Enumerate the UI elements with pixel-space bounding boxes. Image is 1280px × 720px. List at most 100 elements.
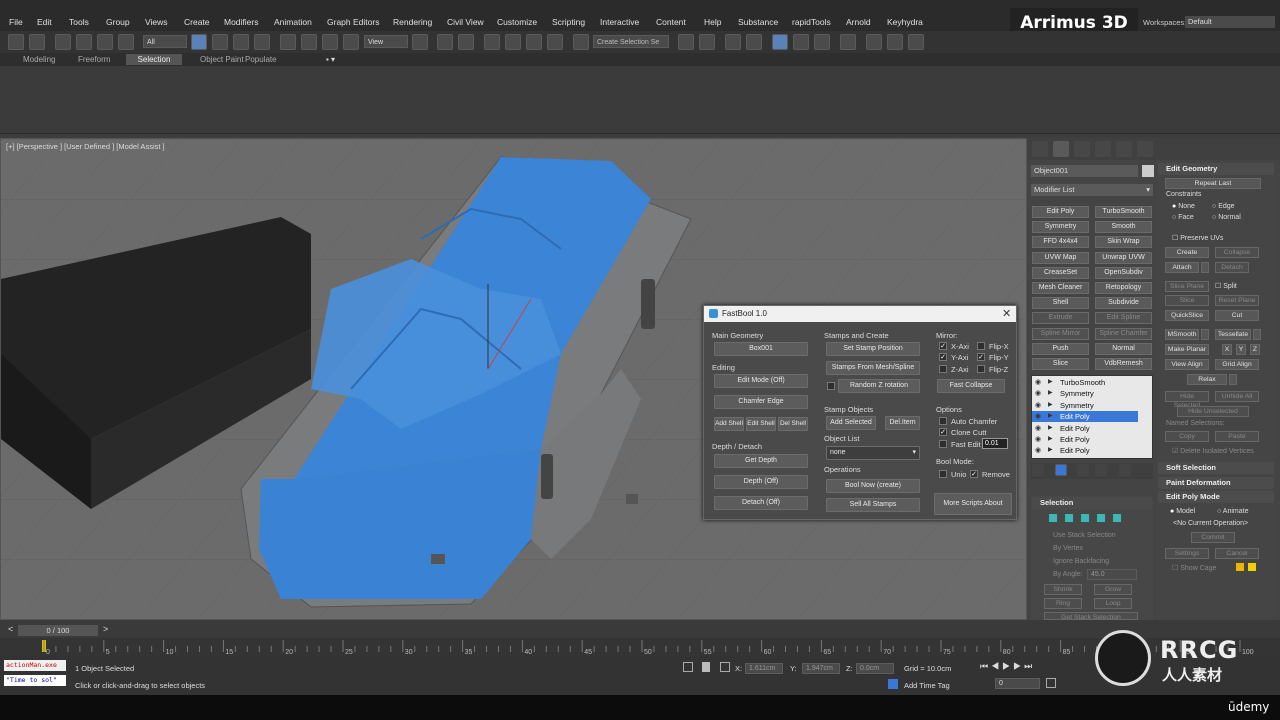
material-editor-icon[interactable] bbox=[840, 34, 856, 50]
mirror-icon[interactable] bbox=[678, 34, 694, 50]
copy-button[interactable]: Copy bbox=[1165, 431, 1209, 442]
z-axis-checkbox[interactable] bbox=[939, 365, 947, 373]
utilities-tab-icon[interactable] bbox=[1137, 141, 1153, 157]
stack-item[interactable]: ◉ ▶ Edit Poly bbox=[1032, 445, 1138, 456]
configure-sets-icon[interactable] bbox=[1119, 464, 1131, 476]
selection-rollout-title[interactable]: Selection bbox=[1032, 497, 1152, 509]
modifier-button-smooth[interactable]: Smooth bbox=[1095, 221, 1152, 234]
menu-substance[interactable]: Substance bbox=[738, 17, 778, 27]
hierarchy-tab-icon[interactable] bbox=[1074, 141, 1090, 157]
modifier-button-opensubdiv[interactable]: OpenSubdiv bbox=[1095, 266, 1152, 279]
z-coordinate[interactable]: 0.0cm bbox=[856, 663, 894, 674]
modifier-button-spline-chamfer[interactable]: Spline Chamfer bbox=[1095, 327, 1152, 340]
named-selection-input[interactable]: Create Selection Se bbox=[593, 35, 669, 48]
pin-stack-icon[interactable] bbox=[1032, 464, 1044, 476]
bool-now-button[interactable]: Bool Now (create) bbox=[826, 479, 920, 493]
percent-snap-icon[interactable] bbox=[526, 34, 542, 50]
modifier-button-normal[interactable]: Normal bbox=[1095, 342, 1152, 355]
tab-freeform[interactable]: Freeform bbox=[72, 54, 116, 65]
settings-button[interactable]: Settings bbox=[1165, 548, 1209, 559]
snap-icon[interactable] bbox=[484, 34, 500, 50]
use-stack-selection[interactable]: Use Stack Selection bbox=[1053, 532, 1116, 539]
current-frame-input[interactable]: 0 bbox=[995, 678, 1040, 689]
shrink-button[interactable]: Shrink bbox=[1044, 584, 1082, 595]
stack-item[interactable]: ◉ ▶ Edit Poly bbox=[1032, 423, 1138, 434]
edge-icon[interactable] bbox=[1065, 514, 1073, 522]
eye-icon[interactable]: ◉ bbox=[1035, 400, 1041, 411]
time-tag-icon[interactable] bbox=[888, 679, 898, 689]
show-cage-checkbox[interactable]: ☐ Show Cage bbox=[1172, 564, 1216, 572]
align-icon[interactable] bbox=[699, 34, 715, 50]
menu-tools[interactable]: Tools bbox=[69, 17, 89, 27]
vertex-icon[interactable] bbox=[1049, 514, 1057, 522]
remove-checkbox[interactable]: ✓ bbox=[970, 470, 978, 478]
stamps-from-mesh-button[interactable]: Stamps From Mesh/Spline bbox=[826, 361, 920, 375]
viewport-label[interactable]: [+] [Perspective ] [User Defined ] [Mode… bbox=[6, 142, 165, 151]
fast-edit-checkbox[interactable] bbox=[939, 440, 947, 448]
modifier-button-turbosmooth[interactable]: TurboSmooth bbox=[1095, 206, 1152, 218]
preserve-uvs[interactable]: ☐ Preserve UVs bbox=[1172, 234, 1223, 242]
grid-align-button[interactable]: Grid Align bbox=[1215, 359, 1259, 370]
expand-icon[interactable]: ▶ bbox=[1048, 377, 1053, 388]
edit-mode-button[interactable]: Edit Mode (Off) bbox=[714, 374, 808, 388]
ribbon-toggle-icon[interactable] bbox=[772, 34, 788, 50]
render-setup-icon[interactable] bbox=[118, 34, 134, 50]
schematic-view-icon[interactable] bbox=[814, 34, 830, 50]
add-time-tag[interactable]: Add Time Tag bbox=[904, 681, 950, 690]
stack-item[interactable]: ◉ ▶ Symmetry bbox=[1032, 400, 1138, 411]
rendered-frame-icon[interactable] bbox=[887, 34, 903, 50]
selection-filter-dropdown[interactable]: All bbox=[143, 35, 187, 48]
modifier-button-shell[interactable]: Shell bbox=[1032, 297, 1089, 310]
planar-y-button[interactable]: Y bbox=[1236, 344, 1246, 355]
set-stamp-position-button[interactable]: Set Stamp Position bbox=[826, 342, 920, 356]
modifier-button-mesh-cleaner[interactable]: Mesh Cleaner bbox=[1032, 282, 1089, 294]
select-manipulate-icon[interactable] bbox=[437, 34, 453, 50]
del-item-button[interactable]: Del.Item bbox=[885, 416, 920, 430]
soft-selection-rollout[interactable]: Soft Selection bbox=[1158, 462, 1274, 474]
tessellate-settings-icon[interactable] bbox=[1253, 329, 1261, 340]
clone-cutt-checkbox[interactable]: ✓ bbox=[939, 428, 947, 436]
reset-plane-button[interactable]: Reset Plane bbox=[1215, 295, 1259, 306]
object-list-dropdown[interactable]: none ▾ bbox=[826, 446, 920, 460]
cancel-button[interactable]: Cancel bbox=[1215, 548, 1259, 559]
remove-modifier-icon[interactable] bbox=[1095, 464, 1107, 476]
hide-selected-button[interactable]: Hide Selected bbox=[1165, 391, 1209, 409]
repeat-last-button[interactable]: Repeat Last bbox=[1165, 178, 1261, 189]
y-axis-checkbox[interactable]: ✓ bbox=[939, 353, 947, 361]
detach-button[interactable]: Detach bbox=[1215, 262, 1249, 273]
menu-interactive[interactable]: Interactive bbox=[600, 17, 639, 27]
menu-views[interactable]: Views bbox=[145, 17, 168, 27]
modifier-button-slice[interactable]: Slice bbox=[1032, 358, 1089, 370]
by-vertex[interactable]: By Vertex bbox=[1053, 545, 1083, 552]
create-tab-icon[interactable] bbox=[1032, 141, 1048, 157]
slice-button[interactable]: Slice bbox=[1165, 295, 1209, 306]
menu-content[interactable]: Content bbox=[656, 17, 686, 27]
modifier-button-symmetry[interactable]: Symmetry bbox=[1032, 221, 1089, 234]
modifier-button-ffd-4x4x4[interactable]: FFD 4x4x4 bbox=[1032, 236, 1089, 249]
y-coordinate[interactable]: 1.947cm bbox=[802, 663, 840, 674]
menu-graph-editors[interactable]: Graph Editors bbox=[327, 17, 379, 27]
menu-help[interactable]: Help bbox=[704, 17, 721, 27]
make-unique-icon[interactable] bbox=[1077, 464, 1089, 476]
motion-tab-icon[interactable] bbox=[1095, 141, 1111, 157]
render-setup-button-icon[interactable] bbox=[866, 34, 882, 50]
split-checkbox[interactable]: ☐ Split bbox=[1215, 282, 1237, 290]
tab-selection[interactable]: Selection bbox=[126, 54, 182, 65]
menu-modifiers[interactable]: Modifiers bbox=[224, 17, 258, 27]
eye-icon[interactable]: ◉ bbox=[1035, 423, 1041, 434]
edit-shell-button[interactable]: Edit Shell bbox=[746, 417, 776, 431]
by-angle-input[interactable]: 45.0 bbox=[1087, 569, 1137, 580]
constraint-none[interactable]: ● None bbox=[1172, 203, 1195, 210]
select-object-icon[interactable] bbox=[191, 34, 207, 50]
isolate-selection-icon[interactable] bbox=[683, 662, 693, 672]
x-axis-checkbox[interactable]: ✓ bbox=[939, 342, 947, 350]
modifier-button-push[interactable]: Push bbox=[1032, 342, 1089, 355]
stack-item[interactable]: ◉ ▶ Symmetry bbox=[1032, 388, 1138, 399]
ring-button[interactable]: Ring bbox=[1044, 598, 1082, 609]
menu-file[interactable]: File bbox=[9, 17, 23, 27]
move-icon[interactable] bbox=[280, 34, 296, 50]
expand-icon[interactable]: ▶ bbox=[1048, 434, 1053, 445]
edit-named-selection-icon[interactable] bbox=[573, 34, 589, 50]
constraint-edge[interactable]: ○ Edge bbox=[1212, 203, 1235, 210]
eye-icon[interactable]: ◉ bbox=[1035, 445, 1041, 456]
